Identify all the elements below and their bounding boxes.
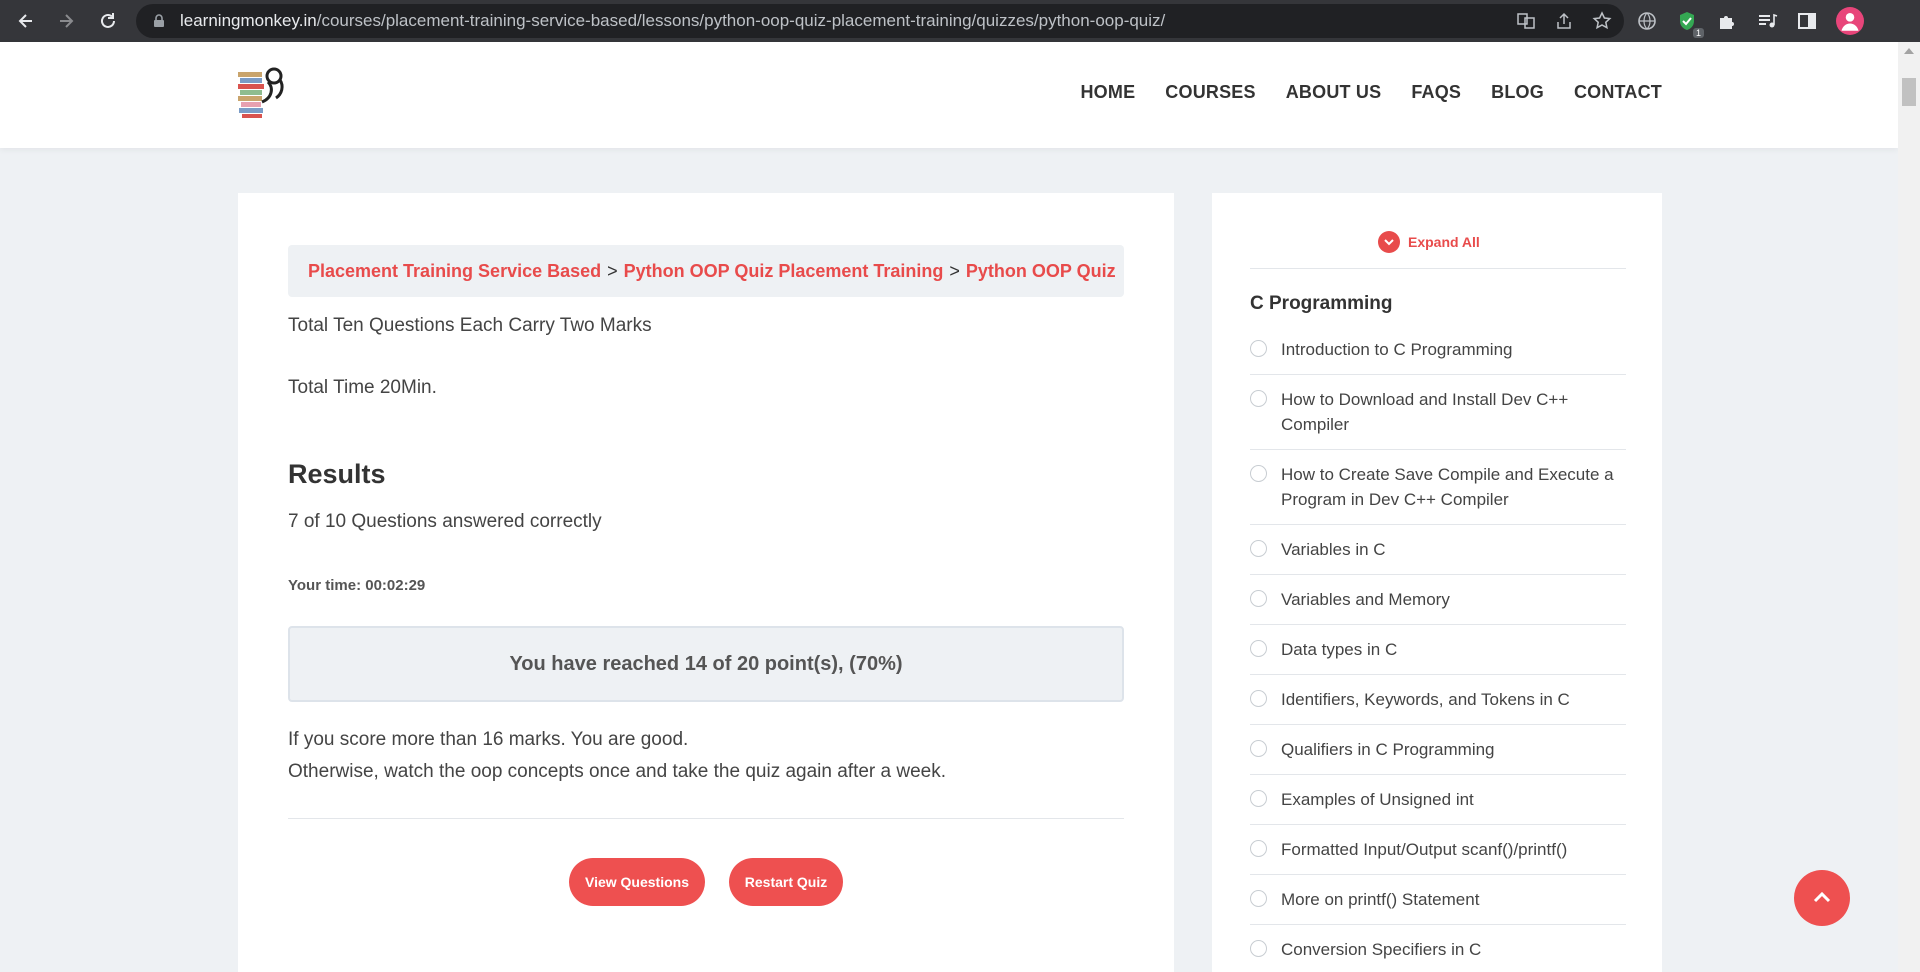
translate-icon[interactable] (1516, 11, 1536, 31)
expand-all-button[interactable]: Expand All (1378, 231, 1480, 253)
back-to-top-button[interactable] (1794, 870, 1850, 926)
breadcrumb-separator: > (607, 260, 618, 281)
intro-questions-text: Total Ten Questions Each Carry Two Marks (288, 315, 652, 336)
course-sidebar: Expand All C Programming Introduction to… (1212, 193, 1662, 972)
lesson-item[interactable]: Variables in C (1250, 525, 1626, 575)
lesson-title: Conversion Specifiers in C (1281, 940, 1482, 959)
lesson-title: Data types in C (1281, 640, 1398, 659)
nav-contact[interactable]: CONTACT (1574, 82, 1662, 103)
intro-time-text: Total Time 20Min. (288, 377, 437, 398)
nav-faqs[interactable]: FAQS (1411, 82, 1461, 103)
quiz-results-card: Placement Training Service Based > Pytho… (238, 193, 1174, 972)
page-scrollbar[interactable] (1898, 42, 1920, 972)
address-bar[interactable]: learningmonkey.in/courses/placement-trai… (136, 4, 1624, 38)
profile-avatar[interactable] (1836, 7, 1864, 35)
advice-text-1: If you score more than 16 marks. You are… (288, 729, 689, 750)
extension-badge: 1 (1692, 28, 1704, 38)
breadcrumb: Placement Training Service Based > Pytho… (288, 245, 1124, 297)
lesson-item[interactable]: Identifiers, Keywords, and Tokens in C (1250, 675, 1626, 725)
lesson-title: More on printf() Statement (1281, 890, 1480, 909)
share-icon[interactable] (1554, 11, 1574, 31)
lesson-title: Qualifiers in C Programming (1281, 740, 1495, 759)
section-title: C Programming (1250, 293, 1393, 314)
site-logo[interactable] (236, 62, 290, 120)
reload-icon[interactable] (88, 1, 128, 41)
restart-quiz-button[interactable]: Restart Quiz (729, 858, 843, 906)
lesson-title: How to Create Save Compile and Execute a… (1281, 465, 1614, 509)
lesson-title: Variables and Memory (1281, 590, 1450, 609)
lesson-status-icon (1250, 890, 1267, 907)
lesson-title: Variables in C (1281, 540, 1386, 559)
lesson-list: Introduction to C Programming How to Dow… (1250, 325, 1626, 972)
divider (1250, 268, 1626, 269)
lesson-title: Examples of Unsigned int (1281, 790, 1474, 809)
breadcrumb-separator: > (949, 260, 960, 281)
browser-toolbar: learningmonkey.in/courses/placement-trai… (0, 0, 1920, 42)
breadcrumb-course[interactable]: Placement Training Service Based (308, 261, 601, 282)
shield-extension-icon[interactable]: 1 (1676, 10, 1704, 38)
lesson-status-icon (1250, 740, 1267, 757)
lesson-status-icon (1250, 590, 1267, 607)
lesson-item[interactable]: More on printf() Statement (1250, 875, 1626, 925)
lesson-title: Identifiers, Keywords, and Tokens in C (1281, 690, 1570, 709)
lesson-status-icon (1250, 790, 1267, 807)
divider (288, 818, 1124, 819)
results-heading: Results (288, 459, 386, 489)
lesson-item[interactable]: Conversion Specifiers in C (1250, 925, 1626, 972)
url-text: learningmonkey.in/courses/placement-trai… (180, 11, 1166, 30)
lesson-status-icon (1250, 690, 1267, 707)
side-panel-icon[interactable] (1796, 10, 1818, 32)
lesson-item[interactable]: Qualifiers in C Programming (1250, 725, 1626, 775)
lesson-title: How to Download and Install Dev C++ Comp… (1281, 390, 1569, 434)
breadcrumb-lesson[interactable]: Python OOP Quiz Placement Training (624, 261, 944, 282)
nav-courses[interactable]: COURSES (1165, 82, 1255, 103)
bookmark-star-icon[interactable] (1592, 11, 1612, 31)
nav-home[interactable]: HOME (1080, 82, 1135, 103)
nav-about-us[interactable]: ABOUT US (1286, 82, 1382, 103)
chevron-down-icon (1378, 231, 1400, 253)
lesson-item[interactable]: Examples of Unsigned int (1250, 775, 1626, 825)
lesson-item[interactable]: How to Create Save Compile and Execute a… (1250, 450, 1626, 525)
lesson-title: Formatted Input/Output scanf()/printf() (1281, 840, 1568, 859)
lesson-item[interactable]: How to Download and Install Dev C++ Comp… (1250, 375, 1626, 450)
main-nav: HOME COURSES ABOUT US FAQS BLOG CONTACT (1080, 82, 1662, 103)
chevron-up-icon (1813, 891, 1831, 903)
media-queue-icon[interactable] (1756, 10, 1778, 32)
scroll-up-arrow-icon[interactable] (1904, 48, 1914, 54)
lesson-status-icon (1250, 640, 1267, 657)
lesson-status-icon (1250, 540, 1267, 557)
lesson-title: Introduction to C Programming (1281, 340, 1513, 359)
expand-all-label: Expand All (1408, 234, 1480, 250)
your-time-text: Your time: 00:02:29 (288, 577, 426, 594)
lesson-status-icon (1250, 465, 1267, 482)
back-icon[interactable] (6, 1, 46, 41)
lesson-item[interactable]: Data types in C (1250, 625, 1626, 675)
lesson-status-icon (1250, 840, 1267, 857)
answered-correctly-text: 7 of 10 Questions answered correctly (288, 511, 602, 532)
lesson-item[interactable]: Formatted Input/Output scanf()/printf() (1250, 825, 1626, 875)
score-box: You have reached 14 of 20 point(s), (70%… (288, 626, 1124, 702)
forward-icon[interactable] (46, 1, 86, 41)
scrollbar-thumb[interactable] (1902, 78, 1916, 106)
breadcrumb-quiz[interactable]: Python OOP Quiz (966, 261, 1116, 282)
lesson-status-icon (1250, 390, 1267, 407)
nav-blog[interactable]: BLOG (1491, 82, 1544, 103)
lesson-status-icon (1250, 340, 1267, 357)
view-questions-button[interactable]: View Questions (569, 858, 705, 906)
advice-text-2: Otherwise, watch the oop concepts once a… (288, 761, 947, 782)
lesson-status-icon (1250, 940, 1267, 957)
extensions-puzzle-icon[interactable] (1716, 10, 1738, 32)
lock-icon (154, 14, 164, 27)
lesson-item[interactable]: Introduction to C Programming (1250, 325, 1626, 375)
site-header: HOME COURSES ABOUT US FAQS BLOG CONTACT (0, 42, 1898, 148)
lesson-item[interactable]: Variables and Memory (1250, 575, 1626, 625)
globe-extension-icon[interactable] (1636, 10, 1658, 32)
